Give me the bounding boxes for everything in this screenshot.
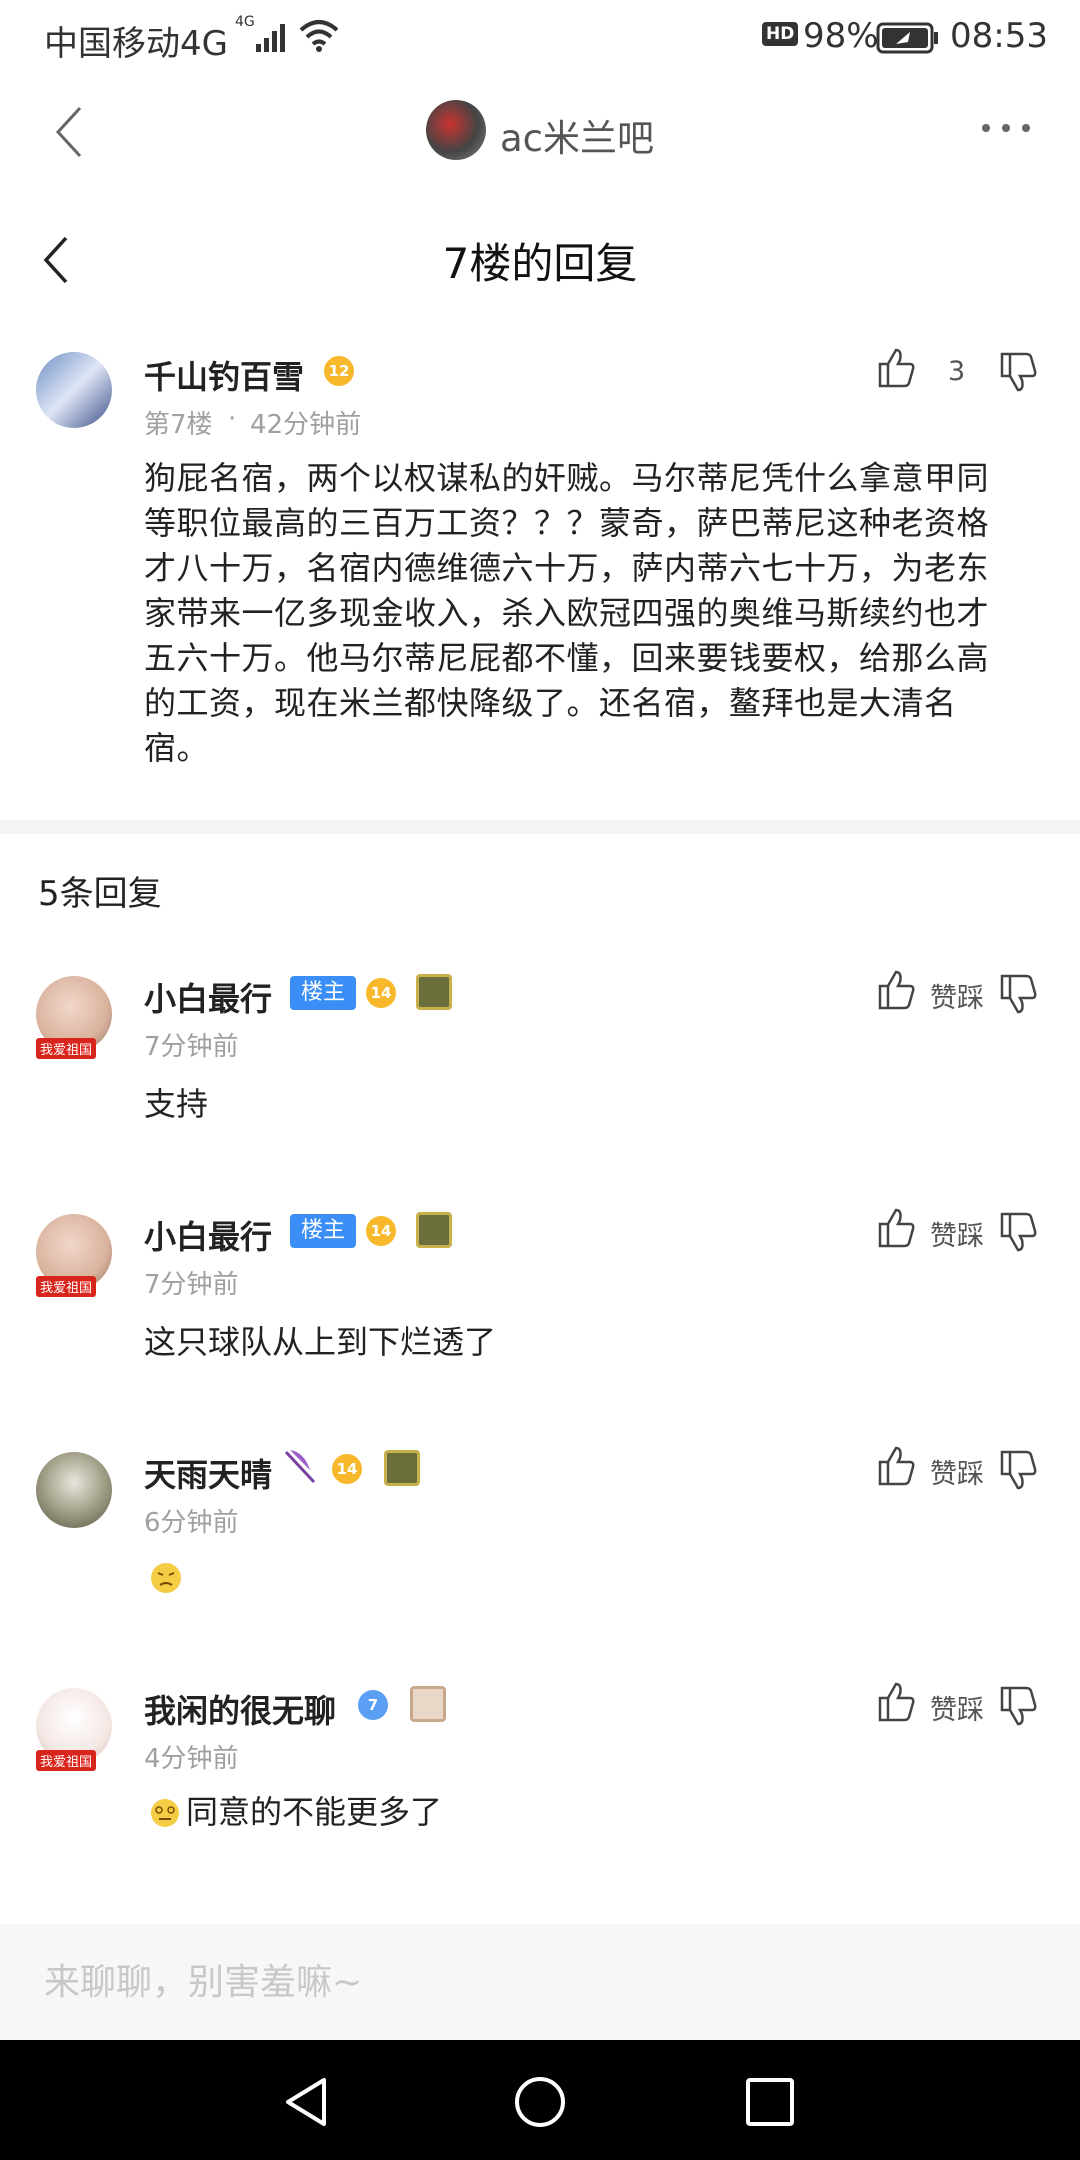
floor-label: 第7楼 xyxy=(144,410,213,440)
reply-content: 支持 xyxy=(144,1085,209,1123)
hd-badge: HD xyxy=(762,22,799,46)
thumbs-down-icon[interactable] xyxy=(998,350,1038,394)
post-content: 狗屁名宿，两个以权谋私的奸贼。马尔蒂尼凭什么拿意甲同等职位最高的三百万工资？？？… xyxy=(144,459,990,767)
dizzy-emoji-icon xyxy=(151,1799,179,1827)
level-badge: 14 xyxy=(366,1216,396,1246)
thumbs-down-icon[interactable] xyxy=(998,1210,1038,1254)
thumbs-up-icon[interactable] xyxy=(876,1680,916,1724)
carrier-label: 中国移动4G xyxy=(44,24,228,64)
level-badge: 12 xyxy=(324,356,354,386)
replies-count-header: 5条回复 xyxy=(38,874,162,914)
section-divider xyxy=(0,820,1080,834)
back-icon[interactable] xyxy=(50,104,90,160)
like-dislike-label: 赞踩 xyxy=(930,1695,984,1726)
avatar-flag-badge: 我爱祖国 xyxy=(36,1038,97,1059)
like-dislike-label: 赞踩 xyxy=(930,983,984,1014)
thumbs-up-icon[interactable] xyxy=(876,968,916,1012)
reply-content: 同意的不能更多了 xyxy=(186,1793,443,1831)
status-bar: 中国移动4G 4G HD 98% 08:53 xyxy=(0,0,1080,80)
level-badge: 14 xyxy=(366,978,396,1008)
medal-icon xyxy=(416,1212,452,1248)
forum-name[interactable]: ac米兰吧 xyxy=(500,108,654,162)
comment-input[interactable] xyxy=(44,1952,1024,2012)
like-dislike-label: 赞踩 xyxy=(930,1459,984,1490)
like-dislike-label: 赞踩 xyxy=(930,1221,984,1252)
avatar[interactable] xyxy=(36,1452,112,1528)
thumbs-down-icon[interactable] xyxy=(998,1684,1038,1728)
avatar-flag-badge: 我爱祖国 xyxy=(36,1276,97,1297)
reply-time: 7分钟前 xyxy=(144,1032,239,1062)
umbrella-icon xyxy=(284,1450,316,1484)
clock: 08:53 xyxy=(950,16,1048,56)
medal-icon xyxy=(410,1686,446,1722)
thumbs-down-icon[interactable] xyxy=(998,972,1038,1016)
level-badge: 7 xyxy=(358,1690,388,1720)
page-title: 7楼的回复 xyxy=(442,239,638,288)
thumbs-up-icon[interactable] xyxy=(876,346,916,390)
network-type-label: 4G xyxy=(235,14,255,30)
level-badge: 14 xyxy=(332,1454,362,1484)
separator-dot: · xyxy=(228,404,237,434)
medal-icon xyxy=(384,1450,420,1486)
thumbs-up-icon[interactable] xyxy=(876,1206,916,1250)
post-time: 42分钟前 xyxy=(250,410,362,440)
battery-percent: 98% xyxy=(803,16,879,56)
system-nav-bar xyxy=(0,2040,1080,2160)
medal-icon xyxy=(416,974,452,1010)
username[interactable]: 小白最行 xyxy=(144,1212,272,1258)
signal-icon xyxy=(256,24,285,52)
username[interactable]: 我闲的很无聊 xyxy=(144,1686,336,1732)
like-count: 3 xyxy=(948,356,966,387)
battery-icon xyxy=(876,22,938,54)
thumbs-up-icon[interactable] xyxy=(876,1444,916,1488)
username[interactable]: 小白最行 xyxy=(144,974,272,1020)
nav-back-icon[interactable] xyxy=(282,2076,332,2128)
thumbs-down-icon[interactable] xyxy=(998,1448,1038,1492)
nav-recents-icon[interactable] xyxy=(744,2076,796,2128)
host-badge: 楼主 xyxy=(290,976,356,1010)
nav-home-icon[interactable] xyxy=(512,2074,568,2130)
comment-composer xyxy=(0,1924,1080,2040)
wifi-icon xyxy=(299,20,339,52)
reply-time: 6分钟前 xyxy=(144,1508,239,1538)
angry-emoji-icon xyxy=(151,1563,181,1593)
avatar[interactable] xyxy=(36,352,112,428)
more-icon[interactable] xyxy=(980,120,1032,136)
avatar-flag-badge: 我爱祖国 xyxy=(36,1750,97,1771)
host-badge: 楼主 xyxy=(290,1214,356,1248)
reply-time: 4分钟前 xyxy=(144,1744,239,1774)
reply-content: 这只球队从上到下烂透了 xyxy=(144,1323,497,1361)
forum-avatar[interactable] xyxy=(426,100,486,160)
username[interactable]: 千山钓百雪 xyxy=(144,352,304,398)
reply-time: 7分钟前 xyxy=(144,1270,239,1300)
username[interactable]: 天雨天晴 xyxy=(144,1450,272,1496)
